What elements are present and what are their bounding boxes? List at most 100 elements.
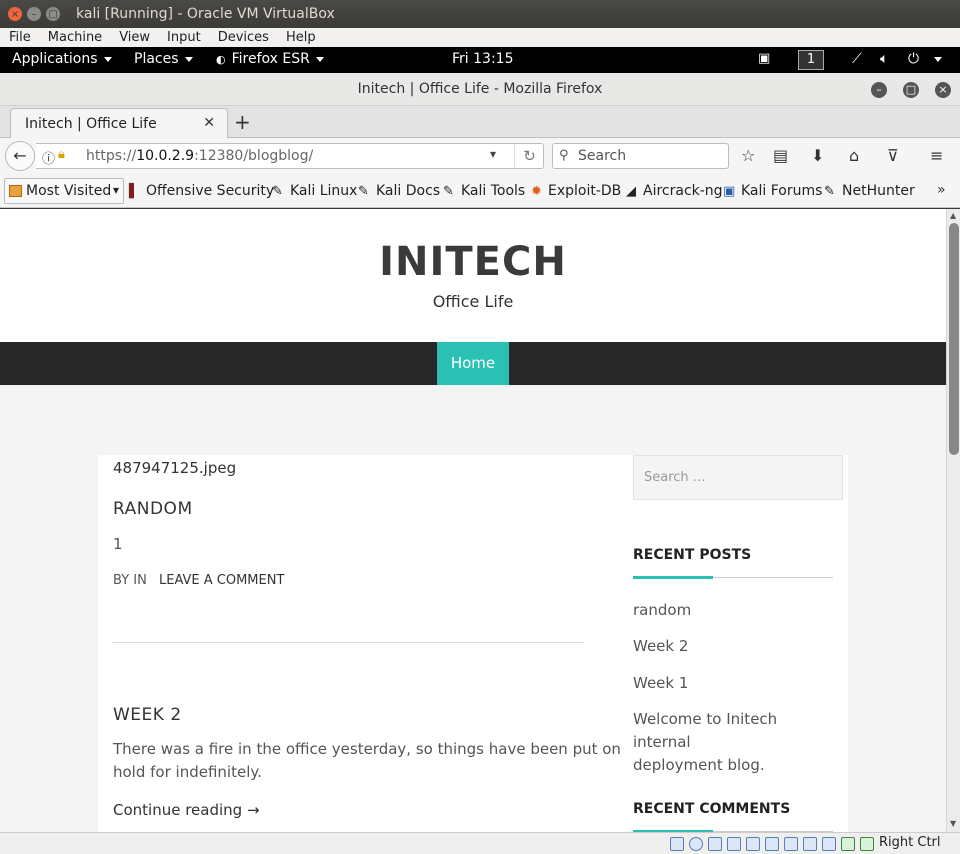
post-body-line: There was a fire in the office yesterday… [113, 740, 621, 758]
scroll-up-icon[interactable]: ▲ [950, 211, 956, 220]
post-body-random: 1 [113, 535, 123, 553]
vbox-statusbar: Right Ctrl [0, 832, 960, 854]
search-bar[interactable]: ⚲ Search [552, 143, 729, 169]
volume-icon[interactable]: 🔈︎ [880, 51, 888, 67]
bookmark-kali-tools[interactable]: Kali Tools [461, 183, 525, 199]
new-tab-icon[interactable]: + [234, 110, 251, 134]
close-icon[interactable]: × [8, 7, 22, 21]
post-byline: BY IN [113, 573, 147, 588]
tab-bar: Initech | Office Life ✕ + [0, 106, 960, 139]
bookmark-nethunter[interactable]: NetHunter [842, 183, 915, 199]
url-scheme: https:// [86, 148, 137, 164]
network-adapter-icon[interactable] [727, 837, 741, 851]
camera-icon[interactable]: ▣ [758, 51, 770, 66]
hamburger-menu-icon[interactable]: ≡ [930, 146, 943, 165]
menu-file[interactable]: File [0, 30, 39, 45]
kali-forums-icon: ▣ [723, 184, 736, 199]
chevron-down-icon[interactable] [934, 51, 942, 67]
recent-post-line: Welcome to Initech internal [633, 710, 778, 751]
optical-drive-icon[interactable] [689, 837, 703, 851]
reload-icon[interactable]: ↻ [514, 144, 544, 168]
info-icon[interactable]: ⓘ [42, 148, 55, 167]
menu-help[interactable]: Help [277, 30, 324, 45]
most-visited-dropdown[interactable]: Most Visited ▾ [4, 178, 124, 204]
broken-image-alt: 487947125.jpeg [113, 459, 237, 477]
bookmark-aircrack-ng[interactable]: Aircrack-ng [643, 183, 723, 199]
tab-initech[interactable]: Initech | Office Life ✕ [10, 108, 228, 139]
video-capture-icon[interactable] [803, 837, 817, 851]
kali-dragon-icon: ✎ [824, 184, 835, 199]
audio-icon[interactable] [708, 837, 722, 851]
post-divider [112, 642, 584, 643]
keyboard-capture-icon[interactable] [860, 837, 874, 851]
applications-menu[interactable]: Applications [12, 51, 112, 67]
back-button[interactable]: ← [5, 141, 35, 171]
nav-home-link[interactable]: Home [437, 342, 509, 385]
continue-reading-link[interactable]: Continue reading → [113, 801, 260, 819]
bookmark-kali-forums[interactable]: Kali Forums [741, 183, 822, 199]
bookmark-exploit-db[interactable]: Exploit-DB [548, 183, 621, 199]
maximize-icon[interactable]: □ [46, 7, 60, 21]
recent-post-link[interactable]: Welcome to Initech internal deployment b… [633, 708, 833, 777]
vbox-window-title: kali [Running] - Oracle VM VirtualBox [76, 6, 335, 22]
menu-input[interactable]: Input [158, 30, 209, 45]
pocket-icon[interactable]: ⊽ [887, 146, 899, 165]
url-bar[interactable]: ⓘ 🔒︎ https://10.0.2.9:12380/blogblog/ ▾ … [36, 143, 544, 169]
network-icon[interactable]: ⟋ [852, 51, 862, 67]
sidebar-search-input[interactable]: Search … [633, 455, 843, 500]
recent-post-line: deployment blog. [633, 756, 765, 774]
offsec-icon: ▌ [129, 184, 139, 199]
usb-icon[interactable] [746, 837, 760, 851]
recent-post-link[interactable]: random [633, 599, 833, 622]
bookmark-kali-linux[interactable]: Kali Linux [290, 183, 357, 199]
content-area: 487947125.jpeg RANDOM 1 BY IN LEAVE A CO… [98, 455, 848, 832]
recent-post-link[interactable]: Week 2 [633, 635, 833, 658]
chevron-down-icon[interactable]: ▾ [490, 147, 496, 161]
power-icon[interactable]: ⏻ [908, 51, 919, 67]
firefox-titlebar: Initech | Office Life - Mozilla Firefox … [0, 73, 960, 106]
leave-comment-link[interactable]: LEAVE A COMMENT [159, 573, 284, 588]
vt-x-icon[interactable] [822, 837, 836, 851]
bookmarks-overflow-icon[interactable]: » [937, 182, 946, 198]
vbox-menubar: File Machine View Input Devices Help [0, 28, 960, 47]
places-menu[interactable]: Places [134, 51, 193, 67]
post-title-random[interactable]: RANDOM [113, 499, 193, 519]
close-icon[interactable]: ✕ [203, 115, 215, 131]
bookmark-star-icon[interactable]: ☆ [741, 146, 755, 165]
page-scrollbar[interactable]: ▲ ▼ [946, 209, 960, 832]
download-icon[interactable]: ⬇ [811, 146, 824, 165]
firefox-app-menu[interactable]: ◐ Firefox ESR [216, 51, 324, 67]
workspace-indicator[interactable]: 1 [798, 50, 824, 70]
display-icon[interactable] [784, 837, 798, 851]
hard-disk-icon[interactable] [670, 837, 684, 851]
home-icon[interactable]: ⌂ [849, 146, 859, 165]
warning-lock-icon[interactable]: 🔒︎ [58, 147, 65, 162]
heading-underline [633, 576, 833, 579]
aircrack-icon: ◢ [626, 184, 636, 199]
recent-post-link[interactable]: Week 1 [633, 672, 833, 695]
url-text[interactable]: https://10.0.2.9:12380/blogblog/ [86, 148, 313, 164]
firefox-app-label: Firefox ESR [231, 51, 310, 67]
minimize-icon[interactable]: – [871, 82, 887, 98]
site-nav: Home [0, 342, 946, 385]
recent-posts-heading: RECENT POSTS [633, 547, 752, 563]
maximize-icon[interactable]: □ [903, 82, 919, 98]
shared-folders-icon[interactable] [765, 837, 779, 851]
post-title-week-2[interactable]: WEEK 2 [113, 705, 182, 725]
mouse-integration-icon[interactable] [841, 837, 855, 851]
bookmark-kali-docs[interactable]: Kali Docs [376, 183, 440, 199]
menu-machine[interactable]: Machine [39, 30, 110, 45]
menu-view[interactable]: View [110, 30, 158, 45]
bookmark-offensive-security[interactable]: Offensive Security [146, 183, 274, 199]
most-visited-label: Most Visited [26, 183, 112, 199]
search-icon: ⚲ [559, 148, 569, 163]
scroll-down-icon[interactable]: ▼ [950, 819, 956, 828]
scrollbar-thumb[interactable] [949, 223, 959, 455]
clock[interactable]: Fri 13:15 [452, 51, 513, 67]
site-title[interactable]: INITECH [0, 239, 946, 285]
close-icon[interactable]: × [935, 82, 951, 98]
menu-devices[interactable]: Devices [209, 30, 277, 45]
post-meta: BY IN LEAVE A COMMENT [113, 573, 284, 588]
minimize-icon[interactable]: – [27, 7, 41, 21]
reading-list-icon[interactable]: ▤ [773, 146, 788, 165]
